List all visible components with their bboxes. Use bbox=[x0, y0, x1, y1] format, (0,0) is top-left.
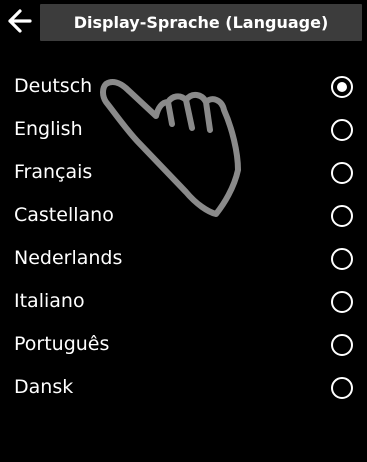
language-label: Castellano bbox=[14, 204, 114, 226]
arrow-left-icon bbox=[8, 9, 32, 33]
language-option-nederlands[interactable]: Nederlands bbox=[0, 237, 367, 280]
title-bar: Display-Sprache (Language) bbox=[40, 4, 362, 41]
language-option-deutsch[interactable]: Deutsch bbox=[0, 65, 367, 108]
language-label: Nederlands bbox=[14, 247, 123, 269]
back-button[interactable] bbox=[6, 6, 34, 36]
language-option-francais[interactable]: Français bbox=[0, 151, 367, 194]
radio-button[interactable] bbox=[331, 205, 353, 227]
language-list: Deutsch English Français Castellano Nede… bbox=[0, 65, 367, 409]
radio-button[interactable] bbox=[331, 377, 353, 399]
language-label: Português bbox=[14, 333, 110, 355]
language-label: Français bbox=[14, 161, 93, 183]
language-label: Deutsch bbox=[14, 75, 93, 97]
page-title: Display-Sprache (Language) bbox=[73, 13, 329, 32]
language-option-italiano[interactable]: Italiano bbox=[0, 280, 367, 323]
radio-dot bbox=[337, 82, 347, 92]
language-option-portugues[interactable]: Português bbox=[0, 323, 367, 366]
radio-button[interactable] bbox=[331, 119, 353, 141]
radio-button[interactable] bbox=[331, 334, 353, 356]
radio-button[interactable] bbox=[331, 291, 353, 313]
language-option-castellano[interactable]: Castellano bbox=[0, 194, 367, 237]
header: Display-Sprache (Language) bbox=[0, 0, 367, 50]
radio-button[interactable] bbox=[331, 76, 353, 98]
language-option-dansk[interactable]: Dansk bbox=[0, 366, 367, 409]
language-label: Italiano bbox=[14, 290, 85, 312]
language-option-english[interactable]: English bbox=[0, 108, 367, 151]
radio-button[interactable] bbox=[331, 248, 353, 270]
radio-button[interactable] bbox=[331, 162, 353, 184]
language-label: Dansk bbox=[14, 376, 74, 398]
language-label: English bbox=[14, 118, 83, 140]
